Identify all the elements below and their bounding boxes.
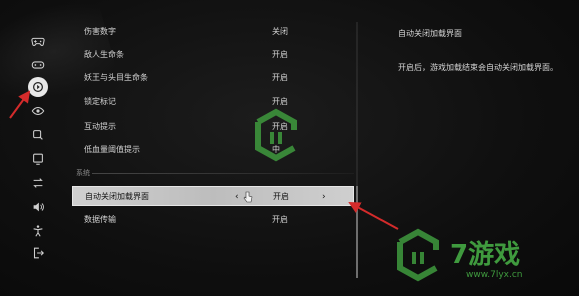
setting-label: 数据传输 bbox=[84, 215, 116, 224]
rail-item-monitor[interactable] bbox=[24, 148, 52, 170]
setting-row-boss-health-bar[interactable]: 妖王与头目生命条 开启 bbox=[72, 68, 354, 88]
swap-icon bbox=[33, 178, 43, 188]
setting-label: 低血量阈值提示 bbox=[84, 145, 140, 154]
rail-item-controller[interactable] bbox=[24, 54, 52, 76]
setting-label: 妖王与头目生命条 bbox=[84, 73, 148, 82]
setting-row-damage-numbers[interactable]: 伤害数字 关闭 bbox=[72, 22, 354, 42]
rail-item-speaker[interactable] bbox=[24, 196, 52, 218]
section-title-system: 系统 bbox=[76, 169, 90, 177]
rail-item-accessibility[interactable] bbox=[24, 220, 52, 242]
watermark-logo-icon bbox=[397, 228, 439, 282]
monitor-icon bbox=[33, 153, 43, 165]
setting-row-auto-close-loading-screen[interactable]: 自动关闭加载界面 ‹ 开启 › bbox=[72, 186, 354, 206]
exit-icon bbox=[33, 247, 44, 259]
settings-list: 伤害数字 关闭 敌人生命条 开启 妖王与头目生命条 开启 锁定标记 开启 互动提… bbox=[72, 22, 354, 232]
rail-item-exit[interactable] bbox=[24, 242, 52, 264]
watermark-url: www.7lyx.cn bbox=[466, 270, 523, 280]
section-divider bbox=[92, 173, 354, 174]
rail-item-search[interactable] bbox=[24, 124, 52, 146]
controller-alt-icon bbox=[31, 61, 45, 69]
rail-item-gamepad[interactable] bbox=[24, 30, 52, 52]
search-icon bbox=[33, 130, 43, 140]
setting-label: 互动提示 bbox=[84, 122, 116, 131]
display-settings-icon bbox=[33, 82, 43, 92]
description-body: 开启后，游戏加载结束会自动关闭加载界面。 bbox=[398, 63, 558, 72]
description-title: 自动关闭加载界面 bbox=[398, 29, 462, 38]
setting-label: 自动关闭加载界面 bbox=[85, 192, 149, 201]
watermark-logo-icon bbox=[255, 108, 297, 162]
setting-row-data-transfer[interactable]: 数据传输 开启 bbox=[72, 210, 354, 230]
setting-row-low-health-threshold[interactable]: 低血量阈值提示 中 bbox=[72, 140, 354, 160]
watermark-brand: 7游戏 bbox=[450, 240, 521, 270]
setting-label: 伤害数字 bbox=[84, 27, 116, 36]
gamepad-icon bbox=[31, 37, 45, 46]
scrollbar-thumb[interactable] bbox=[356, 186, 358, 278]
chevron-right-icon[interactable]: › bbox=[322, 187, 326, 207]
setting-label: 锁定标记 bbox=[84, 97, 116, 106]
setting-value: 开启 bbox=[272, 50, 288, 59]
hand-cursor-icon bbox=[243, 191, 253, 203]
settings-category-rail bbox=[24, 28, 52, 264]
eye-icon bbox=[31, 106, 45, 116]
setting-label: 敌人生命条 bbox=[84, 50, 124, 59]
setting-value: 开启 bbox=[272, 73, 288, 82]
rail-item-eye[interactable] bbox=[24, 100, 52, 122]
rail-item-swap[interactable] bbox=[24, 172, 52, 194]
setting-value: 开启 bbox=[273, 192, 289, 201]
chevron-left-icon[interactable]: ‹ bbox=[235, 187, 239, 207]
setting-row-lock-on-marker[interactable]: 锁定标记 开启 bbox=[72, 92, 354, 112]
setting-row-enemy-health-bar[interactable]: 敌人生命条 开启 bbox=[72, 45, 354, 65]
accessibility-icon bbox=[33, 225, 43, 237]
speaker-icon bbox=[33, 202, 44, 212]
setting-row-interaction-prompt[interactable]: 互动提示 开启 bbox=[72, 117, 354, 137]
setting-value: 开启 bbox=[272, 215, 288, 224]
rail-item-display[interactable] bbox=[24, 76, 52, 98]
setting-value: 关闭 bbox=[272, 27, 288, 36]
